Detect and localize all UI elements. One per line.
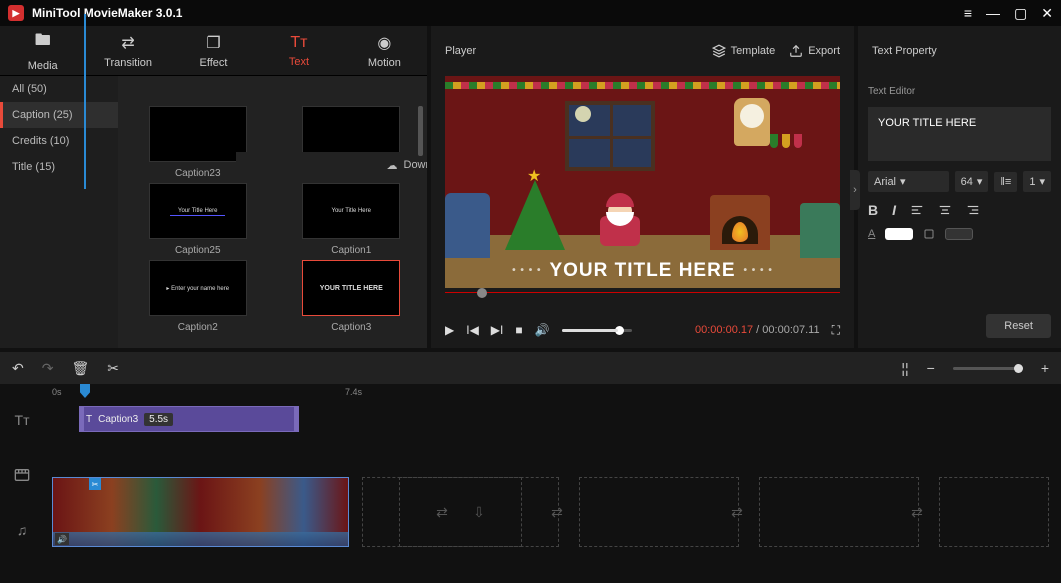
volume-slider[interactable] [562, 329, 632, 332]
timeline-ruler[interactable]: 0s 7.4s [0, 384, 1061, 402]
next-frame-button[interactable]: ▶I [491, 323, 504, 337]
maximize-button[interactable]: ▢ [1014, 5, 1027, 22]
zoom-in-button[interactable]: + [1041, 360, 1049, 376]
tab-label: Effect [200, 57, 228, 69]
expand-handle[interactable]: › [850, 170, 860, 210]
tab-effect[interactable]: ❐ Effect [171, 26, 256, 75]
text-color-picker[interactable] [885, 228, 913, 240]
fit-timeline-button[interactable]: ¦¦ [901, 360, 908, 376]
tab-transition[interactable]: ⇄ Transition [85, 26, 170, 75]
audio-track-icon: ♫ [0, 522, 44, 538]
redo-button[interactable]: ↷ [42, 360, 54, 377]
text-icon: Tᴛ [290, 34, 307, 52]
undo-button[interactable]: ↶ [12, 360, 24, 377]
italic-button[interactable]: I [892, 202, 896, 218]
main-toolbar: 🖿 Media ⇄ Transition ❐ Effect Tᴛ Text ◉ … [0, 26, 427, 76]
reset-button[interactable]: Reset [986, 314, 1051, 338]
thumb-caption23[interactable] [149, 106, 247, 162]
line-height-icon: ‖≡ [1000, 176, 1011, 188]
font-select[interactable]: Arial▾ [868, 171, 949, 192]
thumb-caption2[interactable]: ▸ Enter your name here [149, 260, 247, 316]
titlebar: ▶ MiniTool MovieMaker 3.0.1 ≡ — ▢ ✕ [0, 0, 1061, 26]
text-icon: T [86, 414, 92, 425]
minimize-button[interactable]: — [986, 5, 1000, 21]
play-button[interactable]: ▶ [445, 323, 454, 337]
highlight-color-picker[interactable] [945, 228, 973, 240]
thumb-caption3[interactable]: YOUR TITLE HERE [302, 260, 400, 316]
thumb-label: Caption2 [178, 322, 218, 333]
playhead[interactable] [80, 384, 90, 398]
cat-credits[interactable]: Credits (10) [0, 128, 118, 154]
export-icon [789, 44, 803, 58]
thumb-caption25[interactable]: Your Title Here [149, 183, 247, 239]
zoom-slider[interactable] [953, 367, 1023, 370]
export-button[interactable]: Export [789, 44, 840, 58]
player-title: Player [445, 45, 698, 57]
chevron-down-icon: ▾ [900, 175, 906, 188]
video-track-icon [0, 467, 44, 483]
zoom-out-button[interactable]: − [927, 360, 935, 376]
thumb-label: Caption23 [175, 168, 221, 179]
font-size-select[interactable]: 64▾ [955, 171, 989, 192]
thumb-caption1[interactable]: Your Title Here [302, 183, 400, 239]
preview-text-overlay[interactable]: YOUR TITLE HERE [445, 260, 840, 282]
tab-label: Text [289, 56, 309, 68]
align-center-button[interactable] [938, 203, 952, 217]
tab-text[interactable]: Tᴛ Text [256, 26, 341, 75]
close-button[interactable]: ✕ [1041, 5, 1053, 22]
cat-title[interactable]: Title (15) [0, 154, 118, 180]
fullscreen-button[interactable]: ⛶ [832, 323, 840, 338]
delete-button[interactable]: 🗑 [71, 360, 89, 377]
playhead-line [84, 14, 86, 189]
menu-icon[interactable]: ≡ [964, 5, 972, 21]
chevron-down-icon: ▾ [977, 175, 983, 188]
player-progress[interactable] [445, 292, 840, 312]
volume-icon[interactable]: 🔊 [535, 323, 550, 337]
text-track-icon: Tᴛ [0, 412, 44, 428]
download-youtube-button[interactable]: ☁ Download YouTube Videos [236, 152, 427, 178]
effect-icon: ❐ [206, 33, 220, 53]
caption-clip[interactable]: T Caption3 5.5s [79, 406, 299, 432]
library-scrollbar[interactable] [418, 106, 423, 156]
highlight-color-icon [923, 228, 935, 240]
cat-all[interactable]: All (50) [0, 76, 118, 102]
tab-label: Motion [368, 57, 401, 69]
tab-label: Media [28, 60, 58, 72]
text-content-input[interactable] [868, 107, 1051, 161]
align-right-button[interactable] [966, 203, 980, 217]
layers-icon [712, 44, 726, 58]
app-logo-icon: ▶ [8, 5, 24, 21]
cat-caption[interactable]: Caption (25) [0, 102, 118, 128]
template-button[interactable]: Template [712, 44, 776, 58]
motion-icon: ◉ [377, 33, 391, 53]
text-editor-label: Text Editor [868, 86, 1051, 97]
thumb-label: Caption1 [331, 245, 371, 256]
property-title: Text Property [872, 45, 1047, 57]
tab-media[interactable]: 🖿 Media [0, 26, 85, 75]
chevron-down-icon: ▾ [1039, 175, 1045, 188]
thumb-label: Caption25 [175, 245, 221, 256]
time-display: 00:00:00.17 / 00:00:07.11 [644, 324, 820, 336]
bold-button[interactable]: B [868, 202, 878, 218]
video-preview[interactable]: ★ YOUR TITLE HERE [445, 76, 840, 288]
stop-button[interactable]: ■ [515, 323, 522, 337]
download-icon: ☁ [387, 159, 398, 172]
line-height-button[interactable]: ‖≡ [994, 172, 1017, 192]
tab-motion[interactable]: ◉ Motion [342, 26, 427, 75]
split-button[interactable]: ✂ [107, 360, 119, 377]
app-title: MiniTool MovieMaker 3.0.1 [32, 6, 964, 20]
align-left-button[interactable] [910, 203, 924, 217]
category-list: All (50) Caption (25) Credits (10) Title… [0, 76, 118, 348]
transition-icon: ⇄ [121, 33, 134, 53]
prev-frame-button[interactable]: I◀ [466, 323, 479, 337]
folder-icon: 🖿 [35, 29, 51, 56]
spacing-select[interactable]: 1▾ [1023, 171, 1051, 192]
text-color-icon: A [868, 228, 875, 240]
clip-split-icon[interactable]: ✂ [89, 478, 101, 490]
thumb-label: Caption3 [331, 322, 371, 333]
tab-label: Transition [104, 57, 152, 69]
